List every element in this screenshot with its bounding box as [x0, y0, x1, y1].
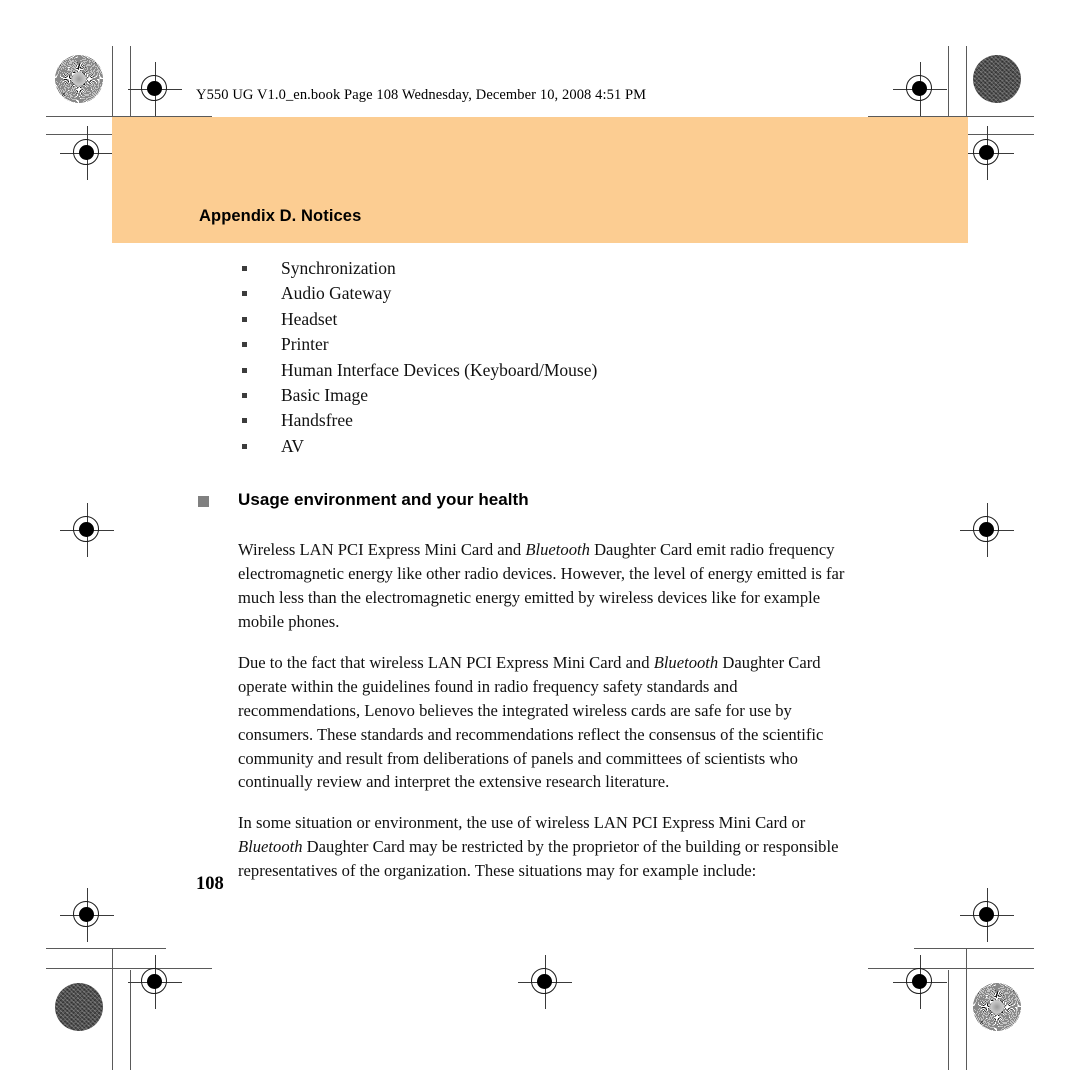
bullet-square-icon — [242, 443, 247, 449]
registration-target-icon — [60, 126, 114, 180]
list-item-label: Human Interface Devices (Keyboard/Mouse) — [281, 359, 598, 380]
halftone-density-patch-icon — [55, 983, 103, 1031]
page-content: Synchronization Audio Gateway Headset Print… — [196, 256, 896, 883]
body-paragraph: In some situation or environment, the us… — [238, 811, 858, 883]
body-paragraph: Due to the fact that wireless LAN PCI Ex… — [238, 651, 858, 794]
list-item: Audio Gateway — [196, 281, 896, 306]
emphasis-text: Bluetooth — [653, 652, 719, 672]
starburst-resolution-patch-icon — [973, 983, 1021, 1031]
registration-target-icon — [960, 126, 1014, 180]
crop-line-vertical — [948, 970, 949, 1070]
list-item: Headset — [196, 307, 896, 332]
list-item: Human Interface Devices (Keyboard/Mouse) — [196, 358, 896, 383]
bullet-square-icon — [242, 418, 247, 424]
list-item: Basic Image — [196, 383, 896, 408]
list-item: Printer — [196, 332, 896, 357]
paragraph-text: Wireless LAN PCI Express Mini Card and — [238, 540, 526, 560]
paragraph-text: Daughter Card operate within the guideli… — [238, 652, 824, 792]
paragraph-text: Daughter Card may be restricted by the p… — [238, 837, 839, 881]
body-paragraph: Wireless LAN PCI Express Mini Card and B… — [238, 538, 858, 634]
list-item: Handsfree — [196, 408, 896, 433]
list-item-label: Basic Image — [281, 385, 368, 406]
section-heading: Usage environment and your health — [196, 490, 896, 514]
bullet-square-icon — [242, 316, 247, 322]
registration-target-icon — [893, 955, 947, 1009]
registration-target-icon — [960, 888, 1014, 942]
section-body: Wireless LAN PCI Express Mini Card and B… — [196, 538, 896, 883]
registration-target-icon — [128, 955, 182, 1009]
bullet-square-icon — [242, 291, 247, 297]
list-item: AV — [196, 434, 896, 459]
emphasis-text: Bluetooth — [525, 540, 590, 560]
paragraph-text: Due to the fact that wireless LAN PCI Ex… — [238, 652, 654, 672]
paragraph-text: In some situation or environment, the us… — [238, 813, 806, 833]
registration-target-icon — [960, 503, 1014, 557]
bullet-square-icon — [242, 342, 247, 348]
list-item-label: Printer — [281, 334, 329, 355]
halftone-density-patch-icon — [973, 55, 1021, 103]
list-item: Synchronization — [196, 256, 896, 281]
page-number: 108 — [196, 874, 224, 894]
registration-target-icon — [518, 955, 572, 1009]
registration-target-icon — [128, 62, 182, 116]
crop-line-horizontal — [46, 948, 166, 949]
appendix-banner: Appendix D. Notices — [112, 117, 968, 243]
bullet-square-icon — [242, 367, 247, 373]
registration-target-icon — [60, 888, 114, 942]
page-title: Appendix D. Notices — [199, 207, 362, 225]
registration-target-icon — [60, 503, 114, 557]
book-file-header: Y550 UG V1.0_en.book Page 108 Wednesday,… — [196, 87, 647, 103]
list-item-label: Synchronization — [281, 258, 396, 278]
section-marker-icon — [198, 496, 209, 508]
bullet-square-icon — [242, 266, 247, 271]
list-item-label: Handsfree — [281, 410, 353, 431]
crop-line-vertical — [112, 948, 113, 1070]
list-item-label: Headset — [281, 308, 338, 329]
crop-line-horizontal — [914, 948, 1034, 949]
bluetooth-profiles-list: Synchronization Audio Gateway Headset Print… — [196, 256, 896, 459]
section-heading-label: Usage environment and your health — [238, 490, 529, 510]
bullet-square-icon — [242, 393, 247, 399]
crop-line-vertical — [966, 948, 967, 1070]
registration-target-icon — [893, 62, 947, 116]
starburst-resolution-patch-icon — [55, 55, 103, 103]
list-item-label: AV — [281, 435, 305, 456]
emphasis-text: Bluetooth — [238, 837, 303, 857]
list-item-label: Audio Gateway — [281, 283, 392, 304]
